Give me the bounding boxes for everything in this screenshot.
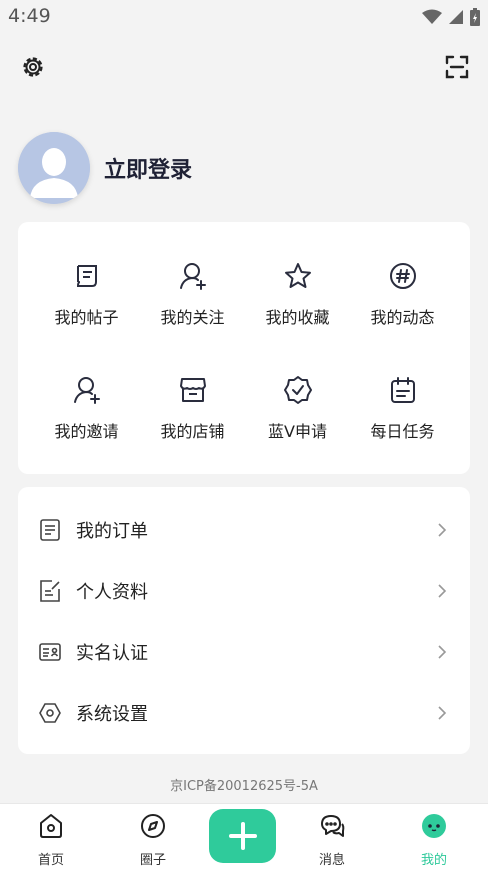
list-item-label: 我的订单 [76, 520, 148, 542]
grid-item-my-follows[interactable]: 我的关注 [136, 260, 249, 350]
create-post-button[interactable] [209, 809, 276, 863]
order-icon [40, 518, 60, 541]
gear-icon [23, 57, 43, 77]
calendar-task-icon [390, 377, 415, 403]
plus-icon [228, 822, 257, 850]
follow-user-icon [179, 263, 206, 290]
signal-icon [449, 10, 463, 24]
list-item-label: 实名认证 [76, 642, 148, 664]
wifi-icon [422, 9, 442, 24]
grid-item-label: 我的关注 [160, 308, 225, 327]
grid-item-label: 我的邀请 [54, 422, 119, 441]
chevron-right-icon [438, 705, 447, 720]
compass-icon [141, 814, 165, 838]
grid-item-blue-v-apply[interactable]: 蓝V申请 [241, 374, 354, 464]
home-icon [40, 814, 62, 838]
battery-icon [470, 8, 480, 26]
tab-label: 圈子 [139, 853, 166, 868]
post-icon [76, 265, 97, 287]
tab-mine[interactable]: 我的 [399, 812, 469, 868]
chat-icon [321, 815, 345, 837]
settings-button[interactable] [18, 52, 48, 82]
grid-item-my-activity[interactable]: 我的动态 [346, 260, 459, 350]
chevron-right-icon [438, 583, 447, 598]
list-item-real-name-auth[interactable]: 实名认证 [18, 621, 470, 682]
grid-item-label: 我的帖子 [54, 308, 119, 327]
list-item-my-orders[interactable]: 我的订单 [18, 499, 470, 560]
id-card-icon [39, 642, 61, 661]
menu-list-card: 我的订单 个人资料 实名认证 系统设置 [18, 487, 470, 754]
hashtag-icon [389, 263, 416, 289]
grid-item-label: 蓝V申请 [268, 422, 327, 441]
default-avatar-icon [18, 132, 90, 204]
status-icons [422, 8, 480, 26]
tab-label: 首页 [37, 853, 64, 868]
status-time: 4:49 [8, 5, 51, 27]
tab-label: 我的 [420, 853, 447, 868]
verified-badge-icon [283, 376, 312, 404]
grid-item-my-store[interactable]: 我的店铺 [136, 374, 249, 464]
list-item-profile[interactable]: 个人资料 [18, 560, 470, 621]
chevron-right-icon [438, 644, 447, 659]
scan-button[interactable] [442, 52, 472, 82]
tab-messages[interactable]: 消息 [297, 812, 367, 868]
edit-profile-icon [40, 579, 60, 602]
grid-item-my-favorites[interactable]: 我的收藏 [241, 260, 354, 350]
feature-grid: 我的帖子 我的关注 我的收藏 我的动态 我的邀请 我的店铺 蓝V申请 每日任务 [18, 222, 470, 474]
tab-circle[interactable]: 圈子 [118, 812, 188, 868]
list-item-label: 系统设置 [76, 703, 148, 725]
hexagon-settings-icon [39, 702, 61, 723]
invite-user-icon [73, 377, 100, 404]
icp-license-text: 京ICP备20012625号-5A [170, 779, 318, 794]
bottom-tab-bar: 首页 圈子 消息 我的 [0, 803, 488, 869]
grid-item-label: 我的动态 [370, 308, 435, 327]
store-icon [179, 378, 206, 402]
avatar[interactable] [18, 132, 90, 204]
status-bar: 4:49 [0, 0, 488, 34]
login-section[interactable]: 立即登录 [18, 132, 192, 204]
grid-item-my-invites[interactable]: 我的邀请 [30, 374, 143, 464]
chevron-right-icon [438, 522, 447, 537]
tab-label: 消息 [318, 853, 345, 868]
list-item-label: 个人资料 [76, 581, 148, 603]
profile-face-icon [422, 814, 446, 838]
grid-item-label: 每日任务 [370, 422, 435, 441]
scan-icon [445, 55, 469, 79]
grid-item-label: 我的店铺 [160, 422, 225, 441]
login-link[interactable]: 立即登录 [104, 152, 192, 184]
feature-grid-card: 我的帖子 我的关注 我的收藏 我的动态 我的邀请 我的店铺 蓝V申请 每日任务 [18, 222, 470, 474]
star-icon [284, 263, 311, 288]
grid-item-my-posts[interactable]: 我的帖子 [30, 260, 143, 350]
grid-item-label: 我的收藏 [265, 308, 330, 327]
grid-item-daily-tasks[interactable]: 每日任务 [346, 374, 459, 464]
list-item-system-settings[interactable]: 系统设置 [18, 682, 470, 743]
tab-home[interactable]: 首页 [16, 812, 86, 868]
